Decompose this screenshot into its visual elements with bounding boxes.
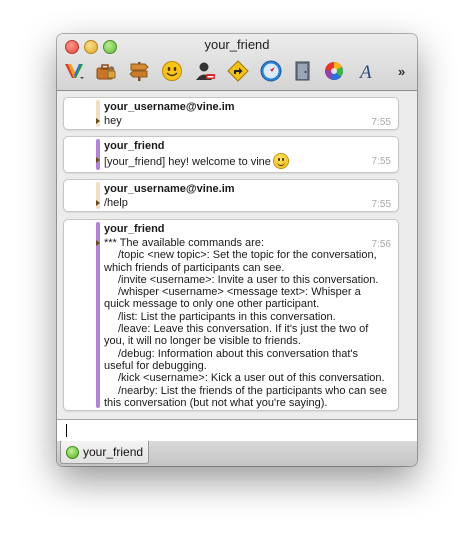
help-line: /invite <username>: Invite a user to thi… xyxy=(118,273,379,286)
message-arrow-icon xyxy=(96,200,100,206)
message-bubble: your_username@vine.im hey 7:55 xyxy=(64,98,398,129)
svg-text:A: A xyxy=(358,62,372,82)
help-command-list: *** The available commands are: /topic <… xyxy=(104,237,394,409)
message-input[interactable] xyxy=(57,419,417,442)
sender-color-bar xyxy=(96,222,100,408)
block-user-icon[interactable] xyxy=(194,60,216,82)
help-line: /list: List the participants in this con… xyxy=(118,310,336,323)
help-line: /leave: Leave this conversation. If it's… xyxy=(118,323,369,336)
toolbar-overflow-button[interactable]: » xyxy=(398,64,405,79)
diamond-arrow-icon[interactable] xyxy=(227,60,249,82)
online-status-icon xyxy=(66,446,79,459)
help-line: /debug: Information about this conversat… xyxy=(118,347,358,360)
help-line: you, it will no longer be visible to fri… xyxy=(104,335,301,348)
message-time: 7:56 xyxy=(371,239,391,250)
message-bubble: your_friend *** The available commands a… xyxy=(64,220,398,410)
message-time: 7:55 xyxy=(371,156,391,167)
help-line: /topic <new topic>: Set the topic for th… xyxy=(118,249,377,262)
help-line: /kick <username>: Kick a user out of thi… xyxy=(118,372,385,385)
message-arrow-icon xyxy=(96,240,100,246)
safari-compass-icon[interactable] xyxy=(260,60,282,82)
sender-color-bar xyxy=(96,139,100,170)
message-arrow-icon xyxy=(96,118,100,124)
color-wheel-icon[interactable] xyxy=(323,60,345,82)
message-bubble: your_friend [your_friend] hey! welcome t… xyxy=(64,137,398,172)
message-sender: your_friend xyxy=(104,140,165,152)
window-title: your_friend xyxy=(204,37,270,52)
help-line: *** The available commands are: xyxy=(104,237,264,249)
tab-label: your_friend xyxy=(83,445,144,459)
text-caret xyxy=(66,424,67,437)
message-time: 7:55 xyxy=(371,117,391,128)
door-icon[interactable] xyxy=(292,60,314,82)
message-arrow-icon xyxy=(96,157,100,163)
message-text: [your_friend] hey! welcome to vine xyxy=(104,156,271,168)
message-text-line: [your_friend] hey! welcome to vine xyxy=(104,154,288,168)
message-text: /help xyxy=(104,197,128,209)
message-time: 7:55 xyxy=(371,199,391,210)
tab-your-friend[interactable]: your_friend xyxy=(60,441,149,464)
message-text: hey xyxy=(104,115,122,127)
smiley-emoji-icon xyxy=(273,154,288,168)
help-line: /whisper <username> <message text>: Whis… xyxy=(118,286,361,299)
smiley-icon[interactable] xyxy=(161,60,183,82)
help-line: quick message to only one other particip… xyxy=(104,298,320,311)
tab-bar: your_friend xyxy=(57,441,417,466)
font-icon[interactable]: A xyxy=(355,60,377,82)
help-line: useful for debugging. xyxy=(104,359,207,372)
message-bubble: your_username@vine.im /help 7:55 xyxy=(64,180,398,211)
signpost-icon[interactable] xyxy=(128,60,150,82)
title-bar: your_friend A » xyxy=(57,34,417,91)
message-transcript: your_username@vine.im hey 7:55 your_frie… xyxy=(57,91,417,418)
help-line: this conversation (but not what you're s… xyxy=(104,396,328,409)
chat-window: your_friend A » your_username@vine.im he… xyxy=(57,34,417,466)
message-sender: your_username@vine.im xyxy=(104,101,235,113)
toolbar: A » xyxy=(57,58,417,84)
message-sender: your_friend xyxy=(104,223,165,235)
briefcase-lock-icon[interactable] xyxy=(95,60,117,82)
multicolor-v-icon[interactable] xyxy=(63,60,85,82)
message-sender: your_username@vine.im xyxy=(104,183,235,195)
help-line: /nearby: List the friends of the partici… xyxy=(118,384,388,397)
help-line: which friends of participants can see. xyxy=(104,261,285,274)
